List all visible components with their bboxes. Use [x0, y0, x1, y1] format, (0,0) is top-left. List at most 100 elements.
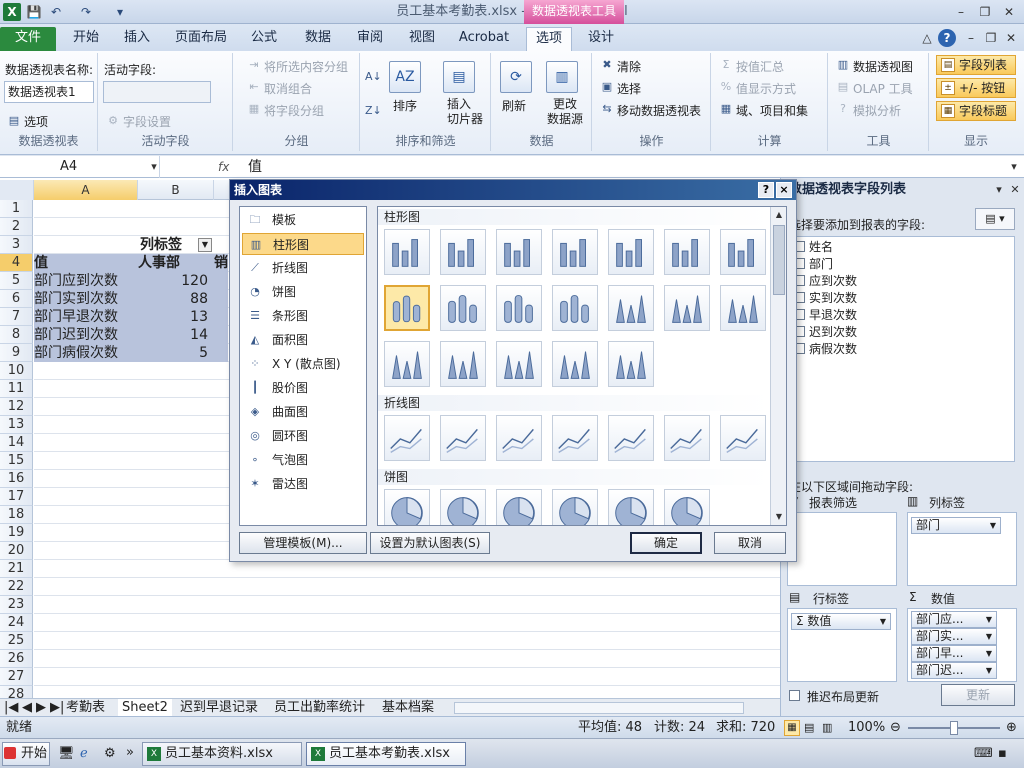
- fields-items-button[interactable]: 域、项目和集: [736, 102, 808, 119]
- save-icon[interactable]: 💾: [26, 4, 42, 20]
- scrollbar-thumb[interactable]: [773, 225, 785, 295]
- dialog-close-button[interactable]: ×: [776, 182, 792, 198]
- update-button[interactable]: 更新: [941, 684, 1015, 706]
- expand-formula-icon[interactable]: ▾: [1006, 159, 1022, 175]
- zoom-out-icon[interactable]: ⊖: [890, 717, 901, 739]
- row-header[interactable]: 20: [0, 542, 33, 560]
- chip-dropdown-icon[interactable]: ▼: [986, 629, 992, 644]
- row-header[interactable]: 13: [0, 416, 33, 434]
- workbook-close-icon[interactable]: ✕: [1002, 29, 1020, 47]
- row-header[interactable]: 15: [0, 452, 33, 470]
- column-field-chip[interactable]: 部门 ▼: [911, 517, 1001, 534]
- column-thumbnail[interactable]: [608, 229, 654, 275]
- tab-file[interactable]: 文件: [0, 27, 56, 51]
- formula-input[interactable]: 值: [248, 156, 262, 178]
- grid-row[interactable]: [34, 560, 780, 578]
- line-thumbnail[interactable]: [720, 415, 766, 461]
- column-labels-area[interactable]: 部门 ▼: [907, 512, 1017, 586]
- zoom-in-icon[interactable]: ⊕: [1006, 717, 1017, 739]
- scroll-down-icon[interactable]: ▼: [773, 511, 785, 523]
- chart-category-item[interactable]: ◈ 曲面图: [242, 401, 364, 423]
- sheet-tab[interactable]: 基本档案: [382, 699, 434, 717]
- tab-view[interactable]: 视图: [400, 27, 444, 51]
- quicklaunch-ie-icon[interactable]: ℯ: [80, 746, 88, 761]
- chip-dropdown-icon[interactable]: ▼: [880, 614, 886, 629]
- line-thumbnail[interactable]: [664, 415, 710, 461]
- grid-row[interactable]: [34, 650, 780, 668]
- restore-icon[interactable]: ❐: [976, 3, 994, 21]
- chart-category-item[interactable]: ☰ 条形图: [242, 305, 364, 327]
- grid-row[interactable]: [34, 578, 780, 596]
- show-values-button[interactable]: 值显示方式: [736, 80, 796, 97]
- sheet-nav-last-icon[interactable]: ▶|: [50, 699, 64, 717]
- cone-thumbnail[interactable]: [496, 341, 542, 387]
- options-button[interactable]: 选项: [24, 113, 48, 130]
- cone-thumbnail[interactable]: [440, 341, 486, 387]
- column-thumbnail[interactable]: [720, 229, 766, 275]
- quicklaunch-more-icon[interactable]: »: [126, 745, 134, 760]
- pie-thumbnail[interactable]: [384, 489, 430, 525]
- chart-category-item[interactable]: ◭ 面积图: [242, 329, 364, 351]
- cylinder-thumbnail[interactable]: [440, 285, 486, 331]
- field-item[interactable]: 迟到次数: [794, 324, 857, 341]
- slicer-icon[interactable]: ▤: [443, 61, 475, 93]
- cone-thumbnail[interactable]: [384, 341, 430, 387]
- cone-thumbnail[interactable]: [664, 285, 710, 331]
- sheet-tab-active[interactable]: Sheet2: [118, 699, 172, 717]
- column-header[interactable]: B: [138, 180, 214, 200]
- filter-dropdown-icon[interactable]: ▼: [198, 238, 212, 252]
- pivot-name-input[interactable]: 数据透视表1: [4, 81, 94, 103]
- pane-dropdown-icon[interactable]: ▾: [991, 182, 1007, 198]
- what-if-button[interactable]: 模拟分析: [853, 102, 901, 119]
- ok-button[interactable]: 确定: [630, 532, 702, 554]
- pivot-row-label[interactable]: 部门应到次数: [34, 272, 138, 290]
- minimize-icon[interactable]: –: [952, 3, 970, 21]
- column-header[interactable]: A: [34, 180, 138, 200]
- row-header[interactable]: 23: [0, 596, 33, 614]
- department-header-cell[interactable]: 人事部: [138, 254, 214, 272]
- undo-icon[interactable]: ↶: [48, 4, 64, 20]
- pivot-row-label[interactable]: 部门迟到次数: [34, 326, 138, 344]
- pivot-row-label[interactable]: 部门病假次数: [34, 344, 138, 362]
- row-header[interactable]: 9: [0, 344, 33, 362]
- row-header[interactable]: 3: [0, 236, 33, 254]
- field-item[interactable]: 早退次数: [794, 307, 857, 324]
- pivot-value-cell[interactable]: 88: [138, 290, 214, 308]
- row-labels-area[interactable]: Σ 数值 ▼: [787, 608, 897, 682]
- change-source-icon[interactable]: ▥: [546, 61, 578, 93]
- ribbon-minimize-icon[interactable]: △: [918, 29, 936, 47]
- row-header[interactable]: 11: [0, 380, 33, 398]
- line-thumbnail[interactable]: [384, 415, 430, 461]
- field-list-toggle[interactable]: ▤ 字段列表: [936, 55, 1016, 75]
- row-header[interactable]: 28: [0, 686, 33, 698]
- grid-row[interactable]: [34, 686, 780, 698]
- row-header[interactable]: 22: [0, 578, 33, 596]
- sort-icon[interactable]: AZ: [389, 61, 421, 93]
- field-headers-toggle[interactable]: ▦ 字段标题: [936, 101, 1016, 121]
- sheet-tab[interactable]: 员工出勤率统计: [274, 699, 365, 717]
- chart-category-item[interactable]: ⁘ X Y (散点图): [242, 353, 364, 375]
- field-item[interactable]: 姓名: [794, 239, 833, 256]
- page-layout-view-icon[interactable]: ▤: [804, 717, 814, 739]
- select-all-corner[interactable]: [0, 180, 34, 200]
- olap-tools-button[interactable]: OLAP 工具: [853, 80, 913, 97]
- sort-asc-icon[interactable]: A↓: [365, 69, 382, 85]
- insert-slicer-button[interactable]: 插入 切片器: [447, 97, 487, 127]
- pivot-chart-button[interactable]: 数据透视图: [853, 58, 913, 75]
- row-header[interactable]: 5: [0, 272, 33, 290]
- keyboard-icon[interactable]: ⌨: [974, 746, 993, 761]
- chart-category-item[interactable]: ✶ 雷达图: [242, 473, 364, 495]
- sort-button[interactable]: 排序: [393, 97, 417, 114]
- defer-update-checkbox[interactable]: [789, 690, 800, 701]
- column-thumbnail[interactable]: [384, 229, 430, 275]
- fx-icon[interactable]: fx: [218, 156, 238, 178]
- cone-thumbnail[interactable]: [608, 341, 654, 387]
- line-thumbnail[interactable]: [552, 415, 598, 461]
- field-item[interactable]: 病假次数: [794, 341, 857, 358]
- pivot-value-cell[interactable]: [214, 326, 228, 344]
- cylinder-thumbnail[interactable]: [384, 285, 430, 331]
- pie-thumbnail[interactable]: [608, 489, 654, 525]
- gallery-scrollbar[interactable]: ▲ ▼: [770, 207, 786, 525]
- cone-thumbnail[interactable]: [552, 341, 598, 387]
- chart-category-item[interactable]: ┃ 股价图: [242, 377, 364, 399]
